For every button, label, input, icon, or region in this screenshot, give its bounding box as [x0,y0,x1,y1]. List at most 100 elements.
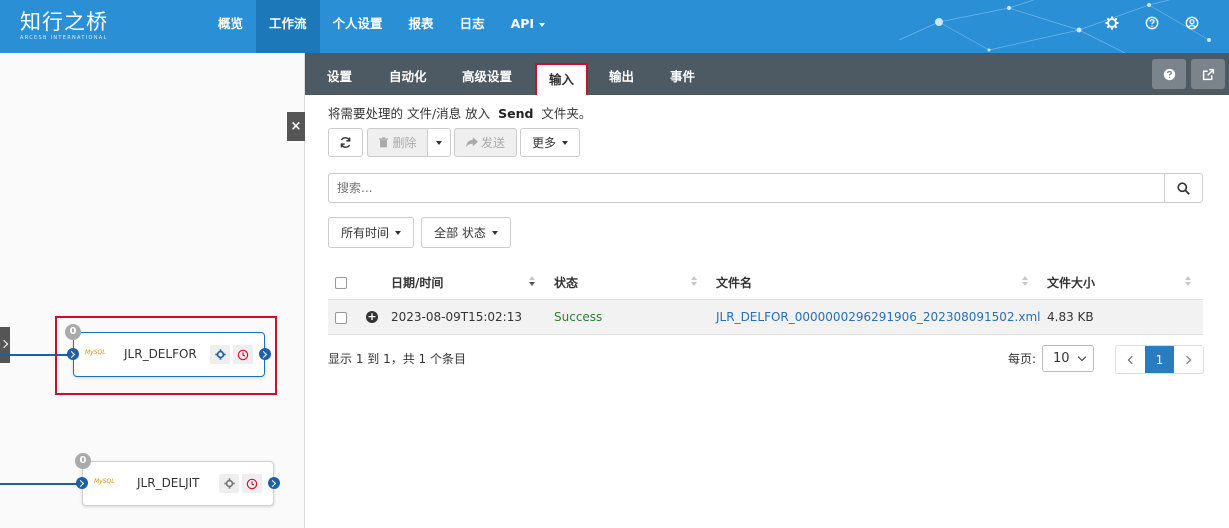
column-header-filesize[interactable]: 文件大小 [1047,274,1095,291]
send-button[interactable]: 发送 [454,128,517,157]
nav-item-profile[interactable]: 个人设置 [320,0,396,53]
help-icon[interactable] [1145,16,1159,30]
delete-label: 删除 [392,136,417,150]
more-label: 更多 [531,136,556,150]
row-filename-link[interactable]: JLR_DELFOR_0000000296291906_202308091502… [716,310,1040,324]
column-header-filename[interactable]: 文件名 [716,274,752,291]
description-text: 将需要处理的 文件/消息 放入 [328,106,491,121]
chevron-down-icon [491,230,498,235]
top-navbar: 知行之桥 ARCESB INTERNATIONAL 概览 工作流 个人设置 报表… [0,0,1229,53]
refresh-icon [340,137,351,148]
nav-item-logs[interactable]: 日志 [447,0,498,53]
tab-advanced[interactable]: 高级设置 [462,53,512,95]
time-filter-label: 所有时间 [340,226,389,240]
search-icon [1177,181,1190,195]
mysql-icon: MySQL [85,349,106,356]
nav-item-overview[interactable]: 概览 [205,0,256,53]
trash-icon [379,137,389,148]
chevron-down-icon [562,140,568,145]
node-output-port[interactable] [268,477,280,489]
column-header-status[interactable]: 状态 [554,274,578,291]
chevron-down-icon [395,230,401,235]
row-datetime: 2023-08-09T15:02:13 [391,310,522,324]
main-nav: 概览 工作流 个人设置 报表 日志 API [205,0,558,53]
select-all-checkbox[interactable] [335,277,347,289]
refresh-button[interactable] [328,128,363,157]
pagination-info: 显示 1 到 1，共 1 个条目 [328,352,466,366]
open-external-button[interactable] [1191,59,1225,89]
node-count-badge: 0 [65,324,81,340]
expand-row-icon[interactable]: + [366,311,378,323]
brand-logo[interactable]: 知行之桥 ARCESB INTERNATIONAL [20,10,108,41]
input-description: 将需要处理的 文件/消息 放入 Send 文件夹。 [328,103,591,122]
send-label: 发送 [480,136,505,150]
search-input[interactable] [328,173,1165,203]
node-input-port[interactable] [67,348,79,360]
node-output-port[interactable] [259,348,271,360]
nav-item-api-label: API [510,16,535,31]
send-folder-name: Send [498,106,534,121]
gear-icon [223,478,235,489]
expand-sidebar-button[interactable] [0,327,10,363]
sort-desc-icon[interactable] [529,276,535,288]
tab-settings[interactable]: 设置 [327,53,352,95]
node-settings-button[interactable] [219,474,239,493]
sort-icon[interactable] [691,276,697,288]
sort-icon[interactable] [1185,276,1191,288]
prev-page-button[interactable] [1116,346,1145,373]
nav-item-reports[interactable]: 报表 [396,0,447,53]
help-button[interactable] [1152,59,1186,89]
tab-automation[interactable]: 自动化 [389,53,427,95]
brand-subtitle: ARCESB INTERNATIONAL [20,35,108,41]
connector-line [0,483,78,485]
status-filter-label: 全部 状态 [434,226,486,240]
delete-options-dropdown[interactable] [427,128,451,157]
chevron-down-icon [436,140,442,145]
next-page-button[interactable] [1174,346,1203,373]
tab-input[interactable]: 输入 [535,63,589,95]
workflow-canvas[interactable] [0,53,305,528]
row-status: Success [554,310,603,324]
node-input-port[interactable] [76,477,88,489]
close-panel-button[interactable]: × [287,112,305,141]
chevron-down-icon [539,22,546,27]
sort-icon[interactable] [1022,276,1028,288]
search-button[interactable] [1164,173,1203,203]
node-settings-button[interactable] [210,345,230,364]
chevron-right-icon [1182,355,1192,364]
delete-button[interactable]: 删除 [367,128,428,157]
per-page-select[interactable]: 10 [1042,345,1094,372]
node-actions [210,345,253,364]
gear-icon[interactable] [1105,16,1119,30]
node-schedule-button[interactable] [233,345,253,364]
nav-item-workflow[interactable]: 工作流 [256,0,320,53]
clock-icon [237,349,249,360]
nav-item-api[interactable]: API [498,0,559,53]
user-icon[interactable] [1185,16,1199,30]
help-icon [1163,68,1175,80]
node-actions [219,474,262,493]
row-checkbox[interactable] [335,312,347,324]
tab-events[interactable]: 事件 [670,53,695,95]
tab-output[interactable]: 输出 [609,53,634,95]
node-schedule-button[interactable] [242,474,262,493]
status-filter-dropdown[interactable]: 全部 状态 [421,217,511,248]
connector-tabbar: 设置 自动化 高级设置 输入 输出 事件 [305,53,1229,95]
time-filter-dropdown[interactable]: 所有时间 [328,217,414,248]
external-link-icon [1202,68,1214,80]
gear-icon [214,349,226,360]
more-dropdown[interactable]: 更多 [520,128,580,157]
mysql-icon: MySQL [94,478,115,485]
page-button-current[interactable]: 1 [1145,346,1174,373]
per-page-label: 每页: [1008,352,1037,366]
pagination: 1 [1115,345,1204,374]
node-count-badge: 0 [75,453,91,469]
brand-name: 知行之桥 [20,10,108,34]
share-icon [465,137,478,147]
node-name: JLR_DELJIT [137,476,200,490]
header-icons [1105,16,1199,30]
workflow-node[interactable]: MySQL JLR_DELJIT [82,461,274,506]
workflow-node[interactable]: MySQL JLR_DELFOR [73,332,265,377]
column-header-datetime[interactable]: 日期/时间 [391,274,443,291]
table-row[interactable]: + 2023-08-09T15:02:13 Success JLR_DELFOR… [328,300,1203,335]
